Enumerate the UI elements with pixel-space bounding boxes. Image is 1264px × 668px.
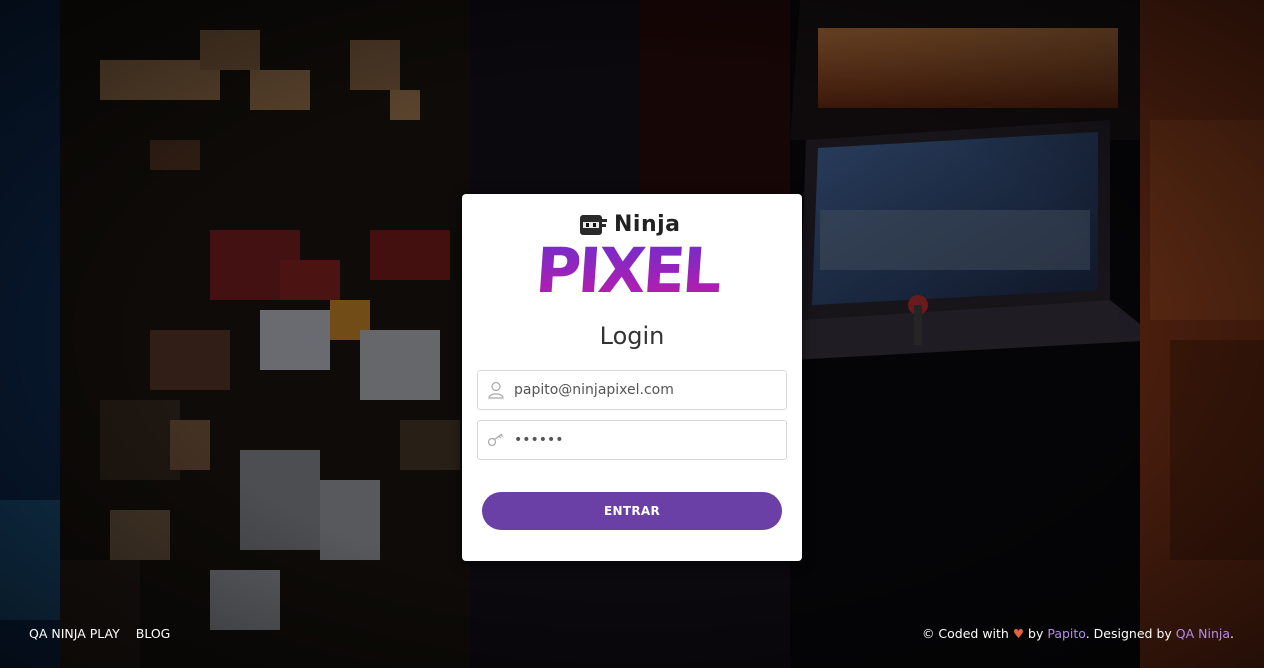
user-icon (478, 371, 514, 409)
logo-pixel-text: PIXEL (536, 238, 723, 298)
credit-prefix: © Coded with (921, 626, 1009, 641)
footer-credits: © Coded with ♥ by Papito. Designed by QA… (922, 626, 1234, 641)
login-button[interactable]: ENTRAR (482, 492, 782, 530)
password-field[interactable] (477, 420, 787, 460)
footer-nav: QA NINJA PLAY BLOG (29, 626, 170, 641)
email-field[interactable] (477, 370, 787, 410)
designer-link[interactable]: QA Ninja (1176, 626, 1230, 641)
logo-ninja-text: Ninja (614, 212, 681, 237)
logo-pixel: PIXEL (533, 234, 728, 307)
credit-suffix: . (1230, 626, 1234, 641)
page-title: Login (599, 322, 665, 350)
heart-icon: ♥ (1012, 626, 1025, 641)
logo: Ninja (578, 212, 681, 237)
footer-link-qa-ninja-play[interactable]: QA NINJA PLAY (29, 626, 120, 641)
password-input[interactable] (514, 432, 774, 448)
login-card: Ninja PIXEL Login papito@ninjapixel.com … (462, 194, 802, 561)
designed-by-text: . Designed by (1085, 626, 1172, 641)
credit-by: by (1028, 626, 1044, 641)
email-input[interactable] (514, 382, 774, 398)
footer-link-blog[interactable]: BLOG (136, 626, 171, 641)
key-icon (478, 421, 514, 459)
author-link[interactable]: Papito (1047, 626, 1085, 641)
ninja-mascot-icon (580, 214, 607, 235)
